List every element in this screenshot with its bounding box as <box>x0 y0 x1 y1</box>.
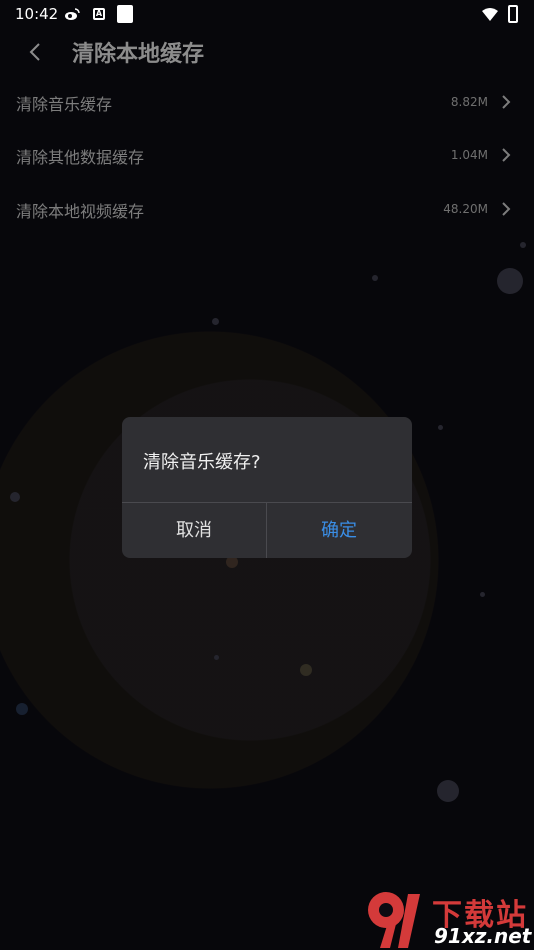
dialog-message: 清除音乐缓存? <box>143 452 261 473</box>
page-title: 清除本地缓存 <box>72 42 205 67</box>
cache-item-size: 1.04M <box>450 148 488 162</box>
watermark-url: 91xz.net <box>434 924 532 948</box>
chevron-right-icon <box>502 95 511 109</box>
back-arrow-icon[interactable] <box>26 40 46 64</box>
chevron-right-icon <box>502 202 511 216</box>
confirm-button[interactable]: 确定 <box>267 503 411 558</box>
status-time: 10:42 <box>15 5 59 23</box>
a-notification-icon: A <box>93 8 105 20</box>
notification-icon <box>117 5 133 23</box>
cache-item-other-data[interactable]: 清除其他数据缓存 1.04M <box>0 131 534 181</box>
cache-item-size: 8.82M <box>450 95 488 109</box>
chevron-right-icon <box>502 148 511 162</box>
cache-item-music[interactable]: 清除音乐缓存 8.82M <box>0 78 534 128</box>
battery-icon <box>508 5 518 23</box>
cache-item-label: 清除音乐缓存 <box>16 95 113 114</box>
watermark-logo <box>368 892 420 948</box>
cache-item-local-video[interactable]: 清除本地视频缓存 48.20M <box>0 185 534 235</box>
weibo-icon <box>65 8 80 20</box>
cache-item-label: 清除本地视频缓存 <box>16 202 145 221</box>
wifi-icon <box>482 8 498 21</box>
cancel-button[interactable]: 取消 <box>122 503 266 558</box>
status-bar: 10:42 A <box>0 0 534 28</box>
watermark: 下载站 91xz.net <box>364 888 534 950</box>
page-header: 清除本地缓存 <box>0 28 534 74</box>
confirm-dialog: 清除音乐缓存? 取消 确定 <box>122 417 412 558</box>
cache-item-size: 48.20M <box>443 202 488 216</box>
cache-item-label: 清除其他数据缓存 <box>16 148 145 167</box>
